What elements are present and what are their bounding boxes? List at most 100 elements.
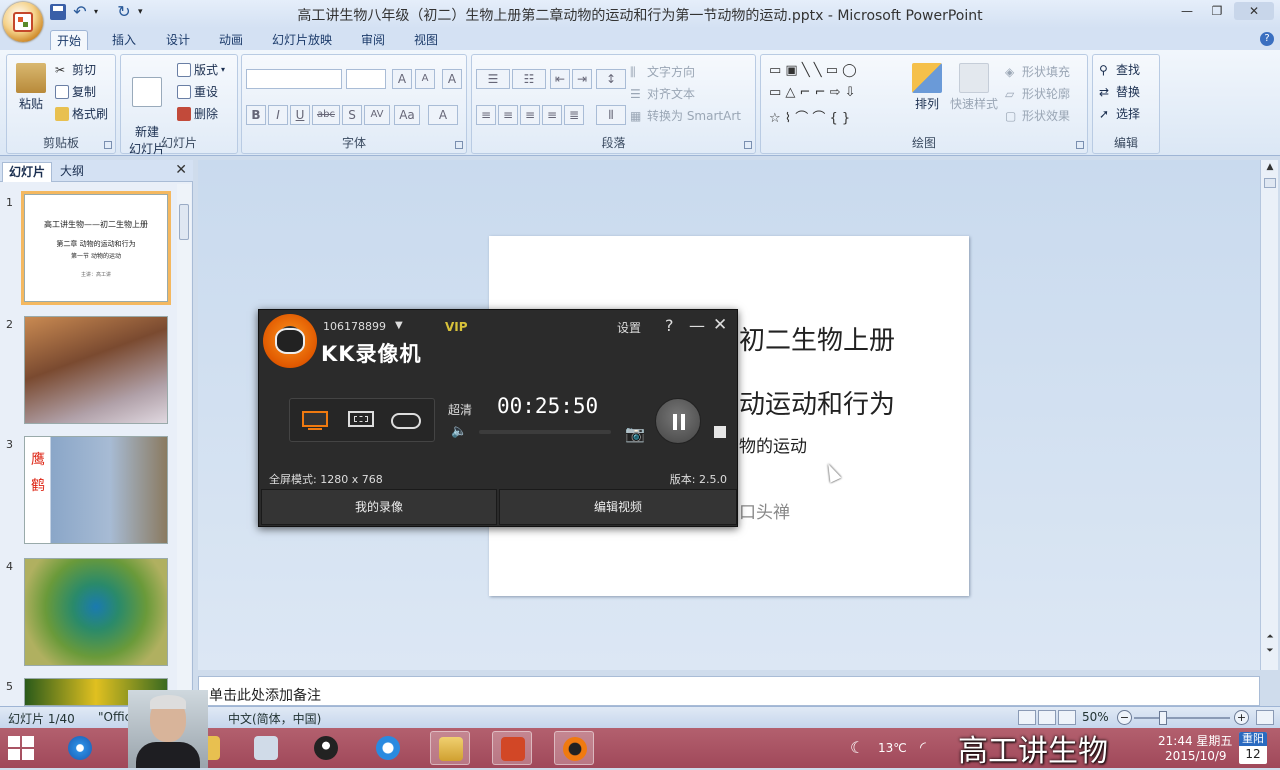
tab-design[interactable]: 设计 (160, 30, 196, 50)
thumbnail-scrollbar[interactable] (177, 184, 191, 706)
align-center-button[interactable]: ≡ (498, 105, 518, 125)
decrease-indent-button[interactable]: ⇤ (550, 69, 570, 89)
distribute-button[interactable]: ≣ (564, 105, 584, 125)
edit-video-button[interactable]: 编辑视频 (499, 489, 737, 525)
slide-thumbnail-3[interactable]: 鹰 鹤 (24, 436, 168, 544)
shadow-button[interactable]: S (342, 105, 362, 125)
slide-sorter-button[interactable] (1038, 710, 1056, 725)
zoom-slider-knob[interactable] (1158, 711, 1167, 725)
align-text-button[interactable]: ☰ 对齐文本 (630, 85, 695, 102)
shapes-gallery[interactable]: ▭ ▣ ╲ ╲ ▭ ◯ (769, 63, 857, 78)
clock-date[interactable]: 2015/10/9 (1165, 749, 1227, 763)
kk-recorder-window[interactable]: 106178899 ▼ VIP KK录像机 设置 ? — ✕ 超清 00:25:… (258, 309, 738, 527)
smartart-button[interactable]: ▦ 转换为 SmartArt (630, 107, 741, 124)
tab-insert[interactable]: 插入 (106, 30, 142, 50)
shapes-gallery-row2[interactable]: ▭ △ ⌐ ⌐ ⇨ ⇩ (769, 85, 856, 100)
editor-scrollbar[interactable]: ▲ ⏶ ⏷ (1260, 160, 1278, 670)
tab-home[interactable]: 开始 (50, 30, 89, 50)
align-right-button[interactable]: ≡ (520, 105, 540, 125)
shape-effects-button[interactable]: ▢ 形状效果 (1005, 107, 1070, 124)
shape-outline-button[interactable]: ▱ 形状轮廓 (1005, 85, 1070, 102)
arrange-button[interactable]: 排列 (907, 63, 947, 112)
zoom-slider[interactable] (1134, 717, 1230, 719)
windows-start-icon[interactable] (8, 736, 36, 762)
restore-button[interactable]: ❐ (1204, 2, 1230, 20)
region-mode-icon[interactable] (346, 407, 376, 433)
delete-slide-button[interactable]: 删除 (177, 105, 218, 122)
normal-view-button[interactable] (1018, 710, 1036, 725)
shape-fill-button[interactable]: ◈ 形状填充 (1005, 63, 1070, 80)
fullscreen-mode-icon[interactable] (300, 407, 330, 433)
taskbar-app-3[interactable] (368, 731, 408, 765)
volume-slider[interactable] (479, 430, 611, 434)
font-size-box[interactable] (346, 69, 386, 89)
increase-indent-button[interactable]: ⇥ (572, 69, 592, 89)
slide-line-3[interactable]: 物的运动 (739, 432, 807, 457)
kk-account-id[interactable]: 106178899 (323, 320, 386, 333)
slide-thumbnail-1[interactable]: 高工讲生物——初二生物上册 第二章 动物的运动和行为 第一节 动物的运动 主讲：… (21, 191, 171, 305)
wifi-icon[interactable]: ◜ (920, 738, 926, 756)
layout-button[interactable]: 版式 ▾ (177, 61, 225, 78)
quality-label[interactable]: 超清 (448, 401, 472, 418)
clear-format-button[interactable]: A (442, 69, 462, 89)
line-spacing-button[interactable]: ↕ (596, 69, 626, 89)
paste-button[interactable]: 粘贴 (11, 63, 51, 112)
close-panel-icon[interactable]: ✕ (175, 162, 187, 178)
char-spacing-button[interactable]: AV (364, 105, 390, 125)
align-left-button[interactable]: ≡ (476, 105, 496, 125)
shrink-font-button[interactable]: A (415, 69, 435, 89)
slideshow-button[interactable] (1058, 710, 1076, 725)
scrollbar-thumb[interactable] (179, 204, 189, 240)
paragraph-launcher-icon[interactable] (744, 141, 752, 149)
quick-styles-button[interactable]: 快速样式 (949, 63, 999, 112)
taskbar-kk-recorder[interactable] (554, 731, 594, 765)
slide-line-4[interactable]: 口头禅 (739, 498, 790, 523)
screenshot-camera-icon[interactable]: 📷 (625, 424, 645, 443)
cut-button[interactable]: ✂ 剪切 (55, 61, 96, 78)
copy-button[interactable]: 复制 (55, 83, 96, 100)
italic-button[interactable]: I (268, 105, 288, 125)
bold-button[interactable]: B (246, 105, 266, 125)
minimize-button[interactable]: — (1174, 2, 1200, 20)
text-direction-button[interactable]: ⫼ 文字方向 (630, 63, 695, 80)
vip-badge[interactable]: VIP (445, 320, 468, 334)
slide-thumbnail-2[interactable] (24, 316, 168, 424)
scrollbar-thumb[interactable] (1264, 178, 1276, 188)
underline-button[interactable]: U (290, 105, 310, 125)
calendar-badge[interactable]: 重阳 12 (1239, 732, 1267, 764)
tab-view[interactable]: 视图 (408, 30, 444, 50)
redo-icon[interactable]: ↻ (116, 4, 132, 20)
next-slide-icon[interactable]: ⏷ (1263, 646, 1277, 656)
taskbar-explorer[interactable] (430, 731, 470, 765)
undo-dropdown-icon[interactable]: ▾ (94, 4, 110, 20)
replace-button[interactable]: ⇄ 替换 (1099, 83, 1140, 100)
format-painter-button[interactable]: 格式刷 (55, 105, 108, 122)
columns-button[interactable]: ⫴ (596, 105, 626, 125)
close-button[interactable]: ✕ (1234, 2, 1274, 20)
select-button[interactable]: ➚ 选择 (1099, 105, 1140, 122)
zoom-level[interactable]: 50% (1082, 710, 1109, 724)
slide-line-1[interactable]: 初二生物上册 (739, 320, 895, 357)
shapes-gallery-row3[interactable]: ☆ ⌇ ⌒ ⌒ { } (769, 107, 850, 126)
kk-minimize-icon[interactable]: — (689, 316, 705, 335)
reset-button[interactable]: 重设 (177, 83, 218, 100)
strikethrough-button[interactable]: abc (312, 105, 340, 125)
save-icon[interactable] (50, 4, 66, 20)
slide-thumbnail-4[interactable] (24, 558, 168, 666)
clock-time[interactable]: 21:44 星期五 (1158, 732, 1232, 749)
stop-button[interactable] (714, 426, 726, 438)
taskbar-ie[interactable] (60, 731, 100, 765)
tab-outline[interactable]: 大纲 (54, 162, 90, 182)
find-button[interactable]: ⚲ 查找 (1099, 61, 1140, 78)
justify-button[interactable]: ≡ (542, 105, 562, 125)
tab-review[interactable]: 审阅 (355, 30, 391, 50)
office-button[interactable] (3, 2, 43, 42)
numbering-button[interactable]: ☷ (512, 69, 546, 89)
volume-icon[interactable]: 🔈 (451, 424, 467, 439)
clipboard-launcher-icon[interactable] (104, 141, 112, 149)
zoom-out-button[interactable]: − (1117, 710, 1132, 725)
taskbar-qq[interactable] (306, 731, 346, 765)
fit-window-button[interactable] (1256, 710, 1274, 725)
taskbar-powerpoint[interactable] (492, 731, 532, 765)
taskbar-app-2[interactable] (246, 731, 286, 765)
